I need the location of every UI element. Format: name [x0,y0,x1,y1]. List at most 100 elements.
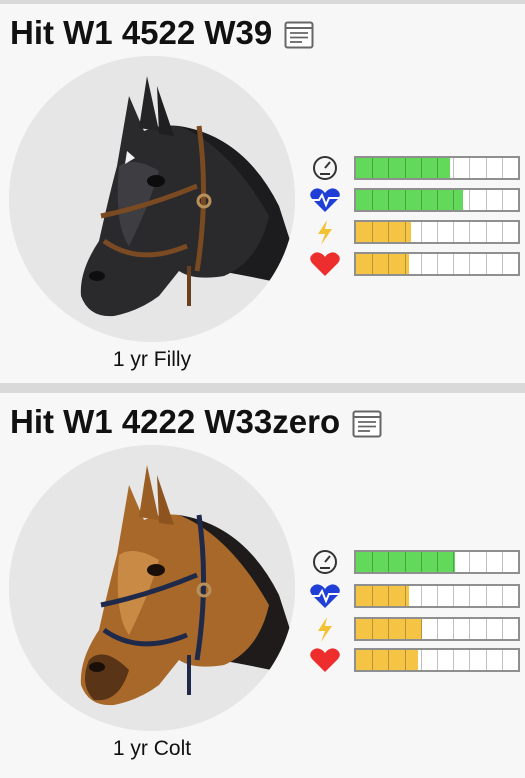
bar-segment-divider [372,222,374,242]
bar-segment-divider [420,158,422,178]
bar-segment-divider [485,586,487,606]
bar-segment-divider [469,158,471,178]
bar-segment-divider [501,158,503,178]
bar-segment-divider [453,190,455,210]
bar-segment-divider [388,650,390,670]
bar-segment-divider [485,254,487,274]
bar-segment-divider [372,254,374,274]
stat-row-acceleration [308,615,520,643]
bar-segment-divider [485,190,487,210]
bar-segment-divider [404,586,406,606]
stat-bar [354,584,520,608]
bar-segment-divider [420,254,422,274]
stat-row-health [308,646,520,674]
bar-segment-divider [485,650,487,670]
stat-bar [354,156,520,180]
stat-row-speed [308,154,520,182]
horse-card[interactable]: Hit W1 4222 W33zero 1 yr Colt [0,393,525,778]
bar-segment-divider [501,222,503,242]
bar-segment-divider [437,650,438,670]
bar-segment-divider [372,158,374,178]
bar-segment-divider [501,190,503,210]
heart-icon [308,646,342,674]
details-document-icon[interactable] [284,19,314,49]
bar-segment-divider [420,619,422,639]
horse-name: Hit W1 4522 W39 [10,14,273,51]
bar-segment-divider [420,190,422,210]
stat-bar [354,188,520,212]
horse-title: Hit W1 4222 W33zero [10,403,382,441]
bar-segment-divider [469,586,471,606]
bar-segment-divider [437,586,438,606]
bar-segment-divider [469,650,471,670]
bar-segment-divider [453,619,455,639]
bar-segment-divider [453,650,455,670]
bar-segment-divider [388,158,390,178]
stat-bar [354,252,520,276]
bar-segment-divider [372,552,374,572]
bar-segment-divider [420,222,422,242]
bar-segment-divider [420,552,422,572]
bar-segment-divider [437,619,438,639]
lightning-icon [308,615,342,643]
bar-segment-divider [404,650,406,670]
bar-segment-divider [388,552,390,572]
bar-segment-divider [501,619,503,639]
bar-segment-divider [404,158,406,178]
bar-segment-divider [420,586,422,606]
bar-segment-divider [469,552,471,572]
bar-segment-divider [437,254,438,274]
speedometer-icon [308,154,342,182]
bar-segment-divider [404,552,406,572]
bar-segment-divider [404,190,406,210]
bar-segment-divider [388,190,390,210]
stat-row-stamina [308,186,520,214]
bar-segment-divider [437,552,438,572]
stat-bar [354,617,520,641]
bar-segment-divider [501,552,503,572]
bar-segment-divider [485,552,487,572]
bar-segment-divider [453,586,455,606]
bar-segment-divider [437,222,438,242]
bar-segment-divider [469,222,471,242]
stat-bar [354,550,520,574]
speedometer-icon [308,548,342,576]
stat-row-speed [308,548,520,576]
card-divider [0,383,525,393]
heartbeat-icon [308,582,342,610]
horse-card[interactable]: Hit W1 4522 W39 1 yr Filly [0,4,525,389]
bar-segment-divider [404,254,406,274]
stat-bar [354,220,520,244]
bar-segment-divider [388,586,390,606]
stat-row-health [308,250,520,278]
lightning-icon [308,218,342,246]
bar-segment-divider [372,586,374,606]
horse-name: Hit W1 4222 W33zero [10,403,341,440]
bar-segment-divider [372,650,374,670]
details-document-icon[interactable] [352,408,382,438]
stat-row-acceleration [308,218,520,246]
bar-segment-divider [453,222,455,242]
bar-segment-divider [372,619,374,639]
bar-segment-divider [453,552,455,572]
bar-segment-divider [501,254,503,274]
bar-segment-divider [437,158,438,178]
bar-segment-divider [453,254,455,274]
stat-row-stamina [308,582,520,610]
heart-icon [308,250,342,278]
bar-segment-divider [388,619,390,639]
horse-portrait [9,56,295,342]
bar-segment-divider [404,222,406,242]
heartbeat-icon [308,186,342,214]
bar-segment-divider [388,254,390,274]
stat-bar [354,648,520,672]
horse-title: Hit W1 4522 W39 [10,14,314,52]
bar-segment-divider [388,222,390,242]
horse-portrait [9,445,295,731]
bar-segment-divider [469,619,471,639]
horse-age-label: 1 yr Filly [112,348,192,371]
bar-segment-divider [501,650,503,670]
bar-segment-divider [420,650,422,670]
bar-segment-divider [469,190,471,210]
bar-segment-divider [372,190,374,210]
